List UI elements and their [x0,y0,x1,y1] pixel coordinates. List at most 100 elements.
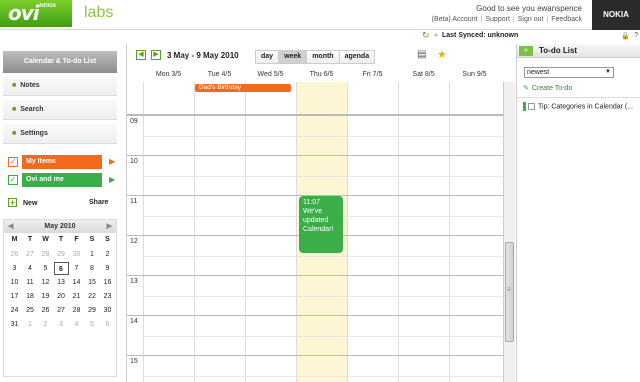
mini-calendar-day[interactable]: 26 [7,248,22,261]
mini-calendar-day[interactable]: 4 [23,262,38,275]
mini-calendar-day[interactable]: 1 [85,248,100,261]
day-header[interactable]: Tue 4/5 [194,71,245,78]
mini-calendar-day[interactable]: 4 [69,318,84,331]
todo-item[interactable]: Tip: Categories in Calendar (... [523,102,639,112]
calendar-toolbar: ◀ ▶ 3 May - 9 May 2010 day week month ag… [127,46,515,66]
day-column[interactable] [347,82,348,114]
mini-calendar-day[interactable]: 30 [69,248,84,261]
mini-calendar-day[interactable]: 5 [38,262,53,275]
mini-calendar-day[interactable]: 17 [7,290,22,303]
mini-calendar-day[interactable]: 16 [100,276,115,289]
sidebar-item-notes[interactable]: ■ Notes [3,76,117,96]
help-icon[interactable]: ? [634,32,638,39]
day-header[interactable]: Mon 3/5 [143,71,194,78]
sidebar-item-search[interactable]: ■ Search [3,100,117,120]
mini-calendar-day[interactable]: 2 [100,248,115,261]
new-calendar-button[interactable]: + New [8,198,37,207]
checkbox[interactable] [528,103,535,110]
mini-calendar-day[interactable]: 9 [100,262,115,275]
tab-week[interactable]: week [279,51,308,63]
mini-calendar-day[interactable]: 29 [54,248,69,261]
star-icon[interactable]: ★ [437,48,447,61]
nokia-logo[interactable]: NOKIA [592,0,640,30]
ovi-logo[interactable]: ovi NOKIA [0,0,72,27]
mini-calendar-day[interactable]: 1 [23,318,38,331]
day-header[interactable]: Sun 9/5 [449,71,500,78]
chevron-right-icon[interactable]: ▶ [107,220,112,233]
mini-calendar-day[interactable]: 3 [54,318,69,331]
calendar-name[interactable]: Ovi and me [22,173,102,187]
mini-calendar-day[interactable]: 31 [7,318,22,331]
mini-calendar-day[interactable]: 18 [23,290,38,303]
tab-day[interactable]: day [256,51,280,63]
mini-calendar-day[interactable]: 23 [100,290,115,303]
sidebar-item-settings[interactable]: ■ Settings [3,124,117,144]
mini-calendar-day[interactable]: 13 [54,276,69,289]
prev-week-button[interactable]: ◀ [136,50,146,60]
account-link[interactable]: (Beta) Account [432,16,478,23]
chevron-down-icon: ▼ [605,69,611,75]
play-arrow-icon[interactable]: ▶ [109,155,115,169]
collapse-panel-button[interactable]: » [519,46,533,56]
mini-calendar-day[interactable]: 14 [69,276,84,289]
day-header[interactable]: Sat 8/5 [398,71,449,78]
day-header[interactable]: Fri 7/5 [347,71,398,78]
tab-month[interactable]: month [307,51,340,63]
mini-calendar-day[interactable]: 6 [53,262,69,275]
day-header[interactable]: Wed 5/5 [245,71,296,78]
lock-icon[interactable]: 🔒 [621,32,630,40]
sidebar-title[interactable]: Calendar & To-do List [3,51,117,73]
calendar-row-my-items[interactable]: ✓ My Items ▶ [5,155,115,169]
mini-calendar-day[interactable]: 28 [38,248,53,261]
day-header[interactable]: Thu 6/5 [296,71,347,78]
mini-calendar-day[interactable]: 27 [54,304,69,317]
mini-calendar-day[interactable]: 12 [38,276,53,289]
mini-calendar-dow: S [105,236,110,243]
create-todo-link[interactable]: ✎ Create To-do [523,84,572,92]
mini-calendar-day[interactable]: 6 [100,318,115,331]
mini-calendar-day[interactable]: 11 [23,276,38,289]
mini-calendar-day[interactable]: 5 [85,318,100,331]
mini-calendar-day[interactable]: 26 [38,304,53,317]
tab-agenda[interactable]: agenda [339,51,375,63]
checkbox-checked-icon[interactable]: ✓ [8,175,18,185]
mini-calendar-day[interactable]: 10 [7,276,22,289]
hour-label: 09 [130,118,138,125]
vertical-scrollbar[interactable]: ≡ [503,82,515,382]
calendar-event[interactable]: 11:07 We've updated Calendar! [299,196,343,253]
mini-calendar-day[interactable]: 3 [7,262,22,275]
allday-event-dads-birthday[interactable]: Dad's Birthday [195,84,291,92]
todo-sort-select[interactable]: newest ▼ [524,67,614,78]
day-column[interactable] [398,82,399,114]
share-button[interactable]: Share [89,199,108,206]
calendar-name[interactable]: My Items [22,155,102,169]
mini-calendar-day[interactable]: 21 [69,290,84,303]
mini-calendar-day[interactable]: 15 [85,276,100,289]
mini-calendar-day[interactable]: 8 [85,262,100,275]
mini-calendar-day[interactable]: 22 [85,290,100,303]
document-icon[interactable]: ▤ [417,49,426,60]
calendar-row-ovi-and-me[interactable]: ✓ Ovi and me ▶ [5,173,115,187]
mini-calendar-day[interactable]: 27 [23,248,38,261]
checkbox-checked-icon[interactable]: ✓ [8,157,18,167]
sign-out-link[interactable]: Sign out [518,16,544,23]
mini-calendar-day[interactable]: 25 [23,304,38,317]
mini-calendar-day[interactable]: 28 [69,304,84,317]
today-column[interactable] [296,82,347,114]
day-column[interactable] [449,82,450,114]
sync-icon[interactable]: ↻ [422,31,430,40]
mini-calendar-day[interactable]: 24 [7,304,22,317]
chevron-left-icon[interactable]: ◀ [8,220,13,233]
scrollbar-thumb[interactable]: ≡ [505,242,514,342]
day-column[interactable] [143,82,144,114]
feedback-link[interactable]: Feedback [551,16,582,23]
mini-calendar-day[interactable]: 7 [69,262,84,275]
mini-calendar-day[interactable]: 19 [38,290,53,303]
mini-calendar-day[interactable]: 29 [85,304,100,317]
support-link[interactable]: Support [485,16,510,23]
play-arrow-icon[interactable]: ▶ [109,173,115,187]
next-week-button[interactable]: ▶ [151,50,161,60]
mini-calendar-day[interactable]: 2 [38,318,53,331]
mini-calendar-day[interactable]: 20 [54,290,69,303]
mini-calendar-day[interactable]: 30 [100,304,115,317]
